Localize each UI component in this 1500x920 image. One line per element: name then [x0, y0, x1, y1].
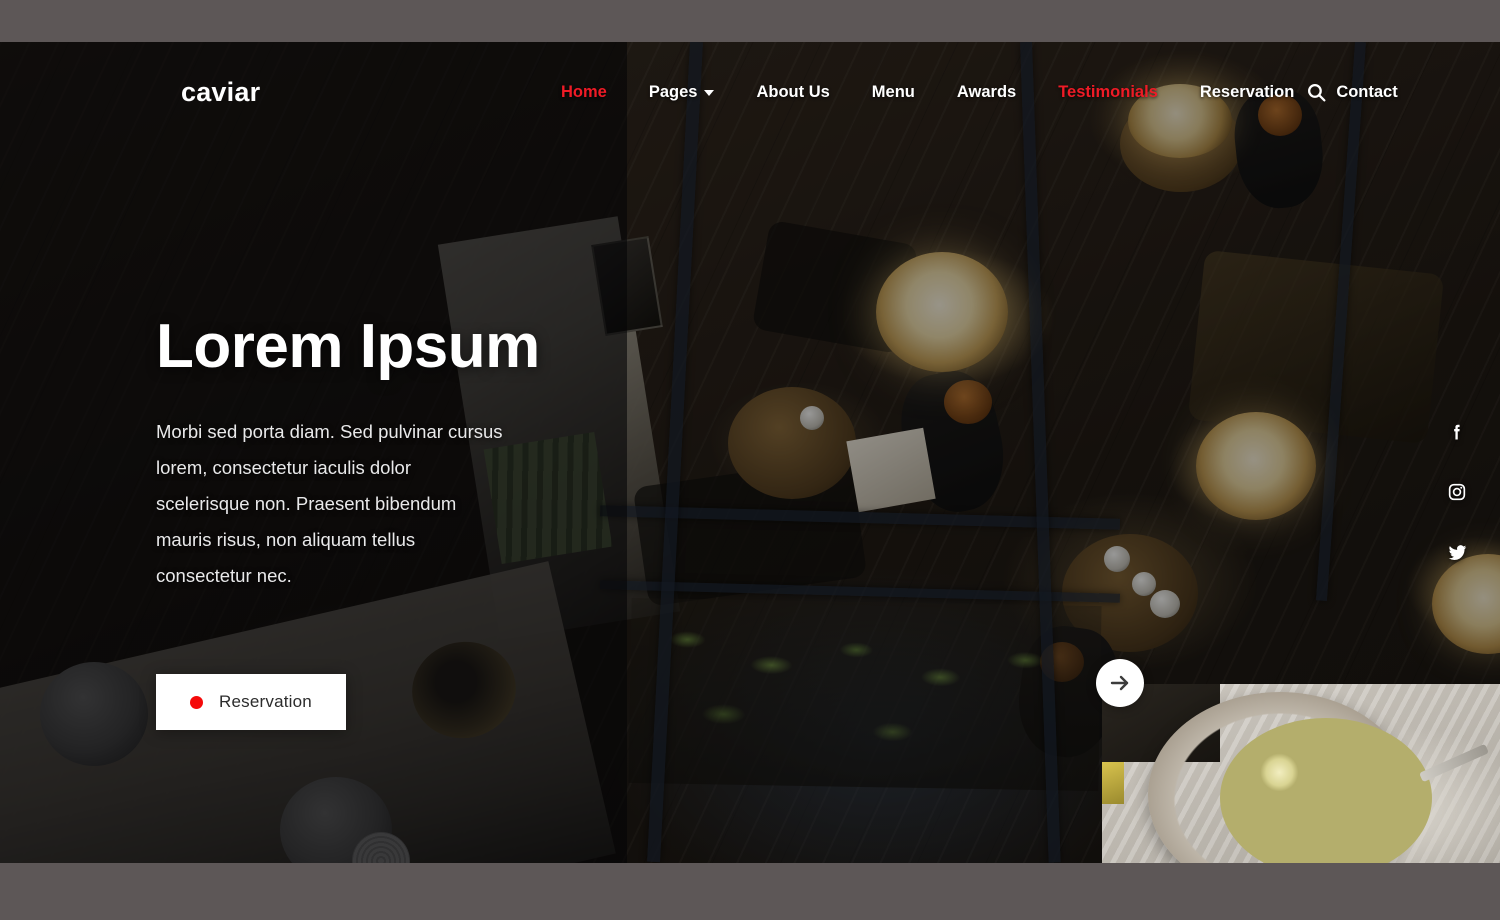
red-dot-icon	[190, 695, 204, 709]
nav-label: Pages	[648, 82, 698, 101]
main-navbar: caviar Home Pages About Us Menu Awards T…	[0, 42, 1500, 142]
slider-thumbnail[interactable]	[1102, 684, 1500, 863]
facebook-icon[interactable]	[1445, 420, 1469, 444]
nav-item-home[interactable]: Home	[540, 83, 628, 102]
search-icon[interactable]	[1306, 42, 1327, 142]
nav-item-testimonials[interactable]: Testimonials	[1037, 83, 1179, 102]
nav-label: Testimonials	[1058, 82, 1158, 101]
nav-item-about-us[interactable]: About Us	[735, 83, 850, 102]
hero-content: Lorem Ipsum Morbi sed porta diam. Sed pu…	[156, 312, 676, 731]
nav-item-pages[interactable]: Pages	[628, 83, 736, 102]
nav-item-awards[interactable]: Awards	[936, 83, 1037, 102]
site-logo[interactable]: caviar	[181, 42, 260, 142]
twitter-icon[interactable]	[1445, 540, 1469, 564]
nav-label: Awards	[956, 82, 1017, 101]
nav-links: Home Pages About Us Menu Awards Testimon…	[540, 42, 1419, 142]
instagram-icon[interactable]	[1445, 480, 1469, 504]
nav-label: Menu	[871, 82, 915, 101]
nav-label: Home	[561, 82, 607, 101]
nav-label: About Us	[756, 82, 830, 101]
chevron-down-icon	[704, 90, 715, 96]
reservation-button[interactable]: Reservation	[156, 674, 346, 731]
nav-item-contact[interactable]: Contact	[1315, 83, 1418, 102]
nav-item-reservation[interactable]: Reservation	[1179, 83, 1315, 102]
nav-label: Contact	[1336, 82, 1398, 101]
logo-text: caviar	[181, 76, 261, 107]
hero-paragraph: Morbi sed porta diam. Sed pulvinar cursu…	[156, 420, 503, 586]
page-viewport: caviar Home Pages About Us Menu Awards T…	[0, 42, 1500, 863]
reservation-button-label: Reservation	[219, 692, 312, 712]
nav-label: Reservation	[1199, 82, 1295, 101]
slider-next-button[interactable]	[1096, 659, 1144, 707]
browser-chrome-top	[0, 0, 1500, 42]
hero-title: Lorem Ipsum	[156, 312, 540, 381]
social-links-rail	[1438, 420, 1476, 564]
thumbnail-accent-patch	[1102, 762, 1124, 804]
browser-chrome-bottom	[0, 863, 1500, 920]
nav-item-menu[interactable]: Menu	[851, 83, 936, 102]
